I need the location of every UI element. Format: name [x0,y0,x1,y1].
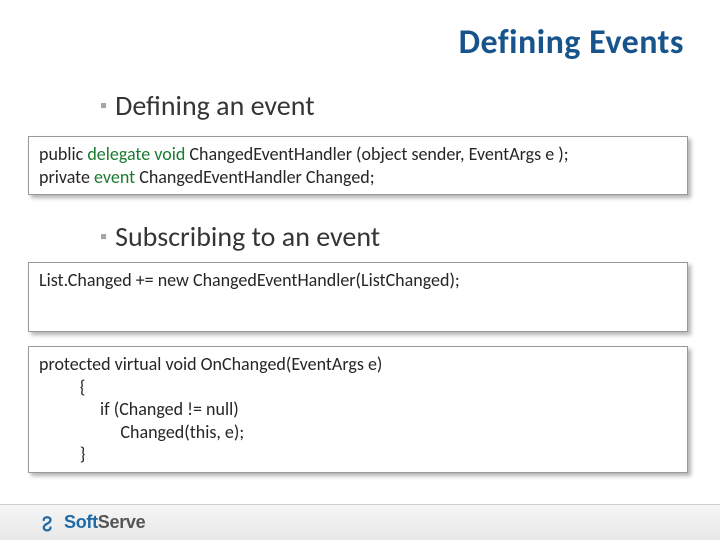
s-loop-icon [40,514,58,532]
slide-title: Defining Events [459,22,684,63]
footer-bar: SoftServe [0,504,720,540]
bullet-text: Defining an event [115,88,314,123]
brand-logo: SoftServe [40,512,145,533]
bullet-icon: ▪ [100,225,107,249]
keyword: event [94,166,135,188]
code-block-define: public delegate void ChangedEventHandler… [28,136,688,195]
code-block-subscribe: List.Changed += new ChangedEventHandler(… [28,262,688,332]
bullet-subscribing: ▪ Subscribing to an event [100,219,380,254]
bullet-icon: ▪ [100,94,107,118]
code-block-onchanged: protected virtual void OnChanged(EventAr… [28,346,688,473]
bullet-defining: ▪ Defining an event [100,88,315,123]
brand-text: SoftServe [64,512,145,533]
bullet-text: Subscribing to an event [115,219,380,254]
keyword: delegate void [87,143,185,165]
